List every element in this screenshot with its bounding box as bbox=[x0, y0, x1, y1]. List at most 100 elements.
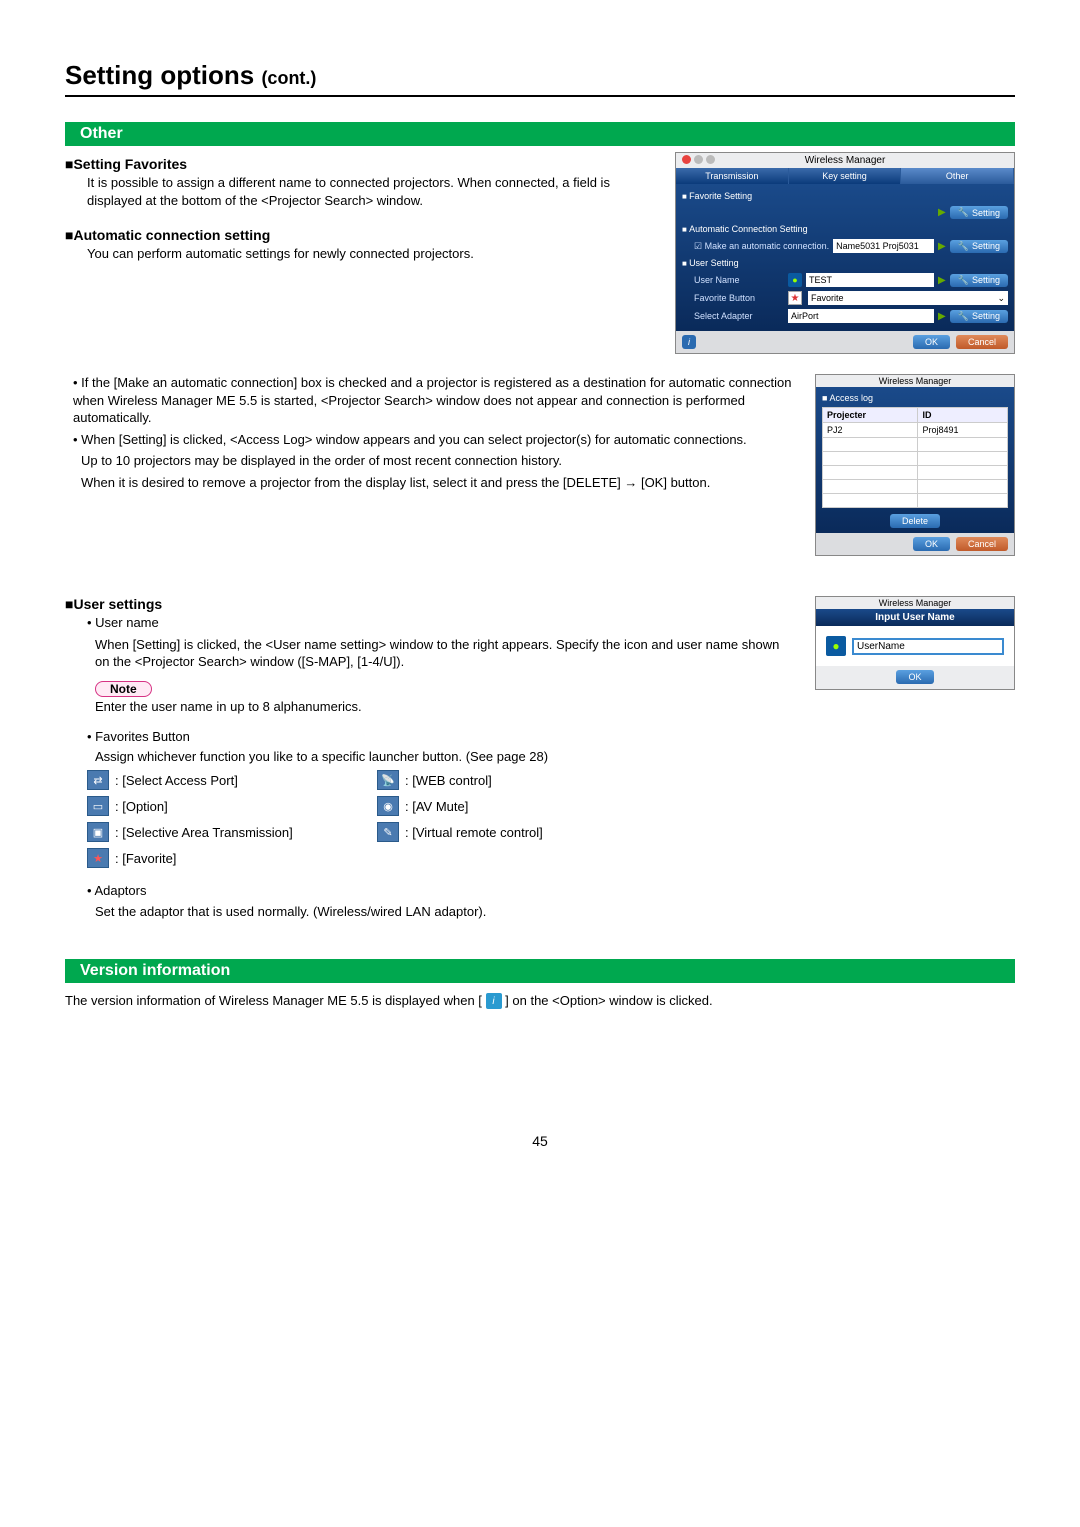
web-control-icon: 📡 bbox=[377, 770, 399, 790]
bullet-1: • If the [Make an automatic connection] … bbox=[65, 374, 795, 427]
heading-auto: ■Automatic connection setting bbox=[65, 227, 655, 243]
adaptors-text: Set the adaptor that is used normally. (… bbox=[65, 904, 1015, 919]
ok-button[interactable]: OK bbox=[913, 537, 950, 551]
virtual-remote-icon: ✎ bbox=[377, 822, 399, 842]
page-title: Setting options (cont.) bbox=[65, 60, 1015, 91]
cancel-button[interactable]: Cancel bbox=[956, 335, 1008, 349]
al-title: Wireless Manager bbox=[816, 375, 1014, 387]
tab-transmission[interactable]: Transmission bbox=[676, 168, 789, 184]
auto-projector-field[interactable]: Name5031 Proj5031 bbox=[833, 239, 934, 253]
setting-button-label: Setting bbox=[972, 241, 1000, 251]
info-icon[interactable]: i bbox=[682, 335, 696, 349]
traffic-lights bbox=[682, 155, 715, 164]
section-version: Version information bbox=[65, 959, 1015, 983]
launcher-favorite: ★: [Favorite] bbox=[87, 848, 347, 868]
favorite-button-label: Favorite Button bbox=[694, 293, 784, 303]
select-adapter-label: Select Adapter bbox=[694, 311, 784, 321]
auto-text: You can perform automatic settings for n… bbox=[65, 245, 655, 263]
user-avatar-icon[interactable]: ● bbox=[826, 636, 846, 656]
table-row[interactable] bbox=[823, 452, 1008, 466]
close-icon[interactable] bbox=[682, 155, 691, 164]
star-icon: ★ bbox=[788, 291, 802, 305]
arrow-icon: ▶ bbox=[938, 311, 946, 322]
heading-favorites: ■Setting Favorites bbox=[65, 156, 655, 172]
ok-button[interactable]: OK bbox=[896, 670, 933, 684]
iu-title: Wireless Manager bbox=[816, 597, 1014, 609]
input-user-name-window: Wireless Manager Input User Name ● UserN… bbox=[815, 596, 1015, 690]
page-number: 45 bbox=[65, 1133, 1015, 1149]
table-row[interactable] bbox=[823, 466, 1008, 480]
launcher-select-access-port: ⇄: [Select Access Port] bbox=[87, 770, 347, 790]
setting-button[interactable]: 🔧Setting bbox=[950, 274, 1008, 287]
table-row[interactable] bbox=[823, 480, 1008, 494]
al-section: Access log bbox=[822, 393, 1008, 403]
al-cell: Proj8491 bbox=[918, 423, 1008, 438]
wm-title-text: Wireless Manager bbox=[805, 155, 886, 166]
cancel-button[interactable]: Cancel bbox=[956, 537, 1008, 551]
minimize-icon[interactable] bbox=[694, 155, 703, 164]
av-mute-icon: ◉ bbox=[377, 796, 399, 816]
setting-button-label: Setting bbox=[972, 311, 1000, 321]
wrench-icon: 🔧 bbox=[958, 207, 969, 218]
star-icon: ★ bbox=[87, 848, 109, 868]
access-port-icon: ⇄ bbox=[87, 770, 109, 790]
user-name-input[interactable]: UserName bbox=[852, 638, 1004, 655]
wm-sec-favorite: Favorite Setting bbox=[682, 188, 1008, 204]
user-name-field[interactable]: TEST bbox=[806, 273, 934, 287]
version-text-post: ] on the <Option> window is clicked. bbox=[505, 993, 712, 1008]
heading-auto-text: Automatic connection setting bbox=[73, 227, 270, 243]
access-log-table: ProjecterID PJ2Proj8491 bbox=[822, 407, 1008, 508]
auto-checkbox-label[interactable]: ☑ Make an automatic connection. bbox=[694, 241, 829, 252]
page-title-text: Setting options bbox=[65, 60, 254, 90]
setting-button[interactable]: 🔧Setting bbox=[950, 240, 1008, 253]
adaptors-label: • Adaptors bbox=[65, 882, 1015, 900]
adapter-field[interactable]: AirPort bbox=[788, 309, 934, 323]
arrow-icon: ▶ bbox=[938, 207, 946, 218]
delete-button[interactable]: Delete bbox=[890, 514, 940, 528]
wm-titlebar: Wireless Manager bbox=[676, 153, 1014, 168]
bullet-2: • When [Setting] is clicked, <Access Log… bbox=[65, 431, 795, 449]
access-log-window: Wireless Manager Access log ProjecterID … bbox=[815, 374, 1015, 556]
wm-tabs: Transmission Key setting Other bbox=[676, 168, 1014, 184]
wireless-manager-window: Wireless Manager Transmission Key settin… bbox=[675, 152, 1015, 354]
setting-button-label: Setting bbox=[972, 275, 1000, 285]
launcher-av-mute: ◉: [AV Mute] bbox=[377, 796, 637, 816]
arrow-icon: ▶ bbox=[938, 241, 946, 252]
wrench-icon: 🔧 bbox=[958, 241, 969, 252]
iu-heading: Input User Name bbox=[816, 609, 1014, 626]
version-text-pre: The version information of Wireless Mana… bbox=[65, 993, 482, 1008]
heading-user-text: User settings bbox=[73, 596, 162, 612]
ok-button[interactable]: OK bbox=[913, 335, 950, 349]
table-row[interactable] bbox=[823, 438, 1008, 452]
title-rule bbox=[65, 95, 1015, 97]
table-row[interactable] bbox=[823, 494, 1008, 508]
launcher-selective-area: ▣: [Selective Area Transmission] bbox=[87, 822, 347, 842]
note-text: Enter the user name in up to 8 alphanume… bbox=[65, 699, 1015, 714]
info-icon: i bbox=[486, 993, 502, 1009]
chevron-down-icon: ⌄ bbox=[997, 293, 1005, 304]
launcher-virtual-remote: ✎: [Virtual remote control] bbox=[377, 822, 637, 842]
favorites-button-text: Assign whichever function you like to a … bbox=[65, 749, 1015, 764]
al-cell: PJ2 bbox=[823, 423, 918, 438]
tab-other[interactable]: Other bbox=[901, 168, 1014, 184]
page-title-cont: (cont.) bbox=[261, 68, 316, 88]
tab-key-setting[interactable]: Key setting bbox=[789, 168, 902, 184]
arrow-icon: ▶ bbox=[938, 275, 946, 286]
wrench-icon: 🔧 bbox=[958, 275, 969, 286]
favorites-button-label: • Favorites Button bbox=[65, 728, 1015, 746]
setting-button-label: Setting bbox=[972, 208, 1000, 218]
al-th-projecter: Projecter bbox=[823, 408, 918, 423]
table-row[interactable]: PJ2Proj8491 bbox=[823, 423, 1008, 438]
wrench-icon: 🔧 bbox=[958, 311, 969, 322]
wm-sec-auto: Automatic Connection Setting bbox=[682, 221, 1008, 237]
user-name-label: User Name bbox=[694, 275, 784, 285]
wm-sec-user: User Setting bbox=[682, 255, 1008, 271]
option-icon: ▭ bbox=[87, 796, 109, 816]
setting-button[interactable]: 🔧Setting bbox=[950, 206, 1008, 219]
favorite-select[interactable]: Favorite⌄ bbox=[808, 291, 1008, 305]
setting-button[interactable]: 🔧Setting bbox=[950, 310, 1008, 323]
al-th-id: ID bbox=[918, 408, 1008, 423]
launcher-web-control: 📡: [WEB control] bbox=[377, 770, 637, 790]
zoom-icon[interactable] bbox=[706, 155, 715, 164]
bullet-3: Up to 10 projectors may be displayed in … bbox=[65, 452, 795, 470]
